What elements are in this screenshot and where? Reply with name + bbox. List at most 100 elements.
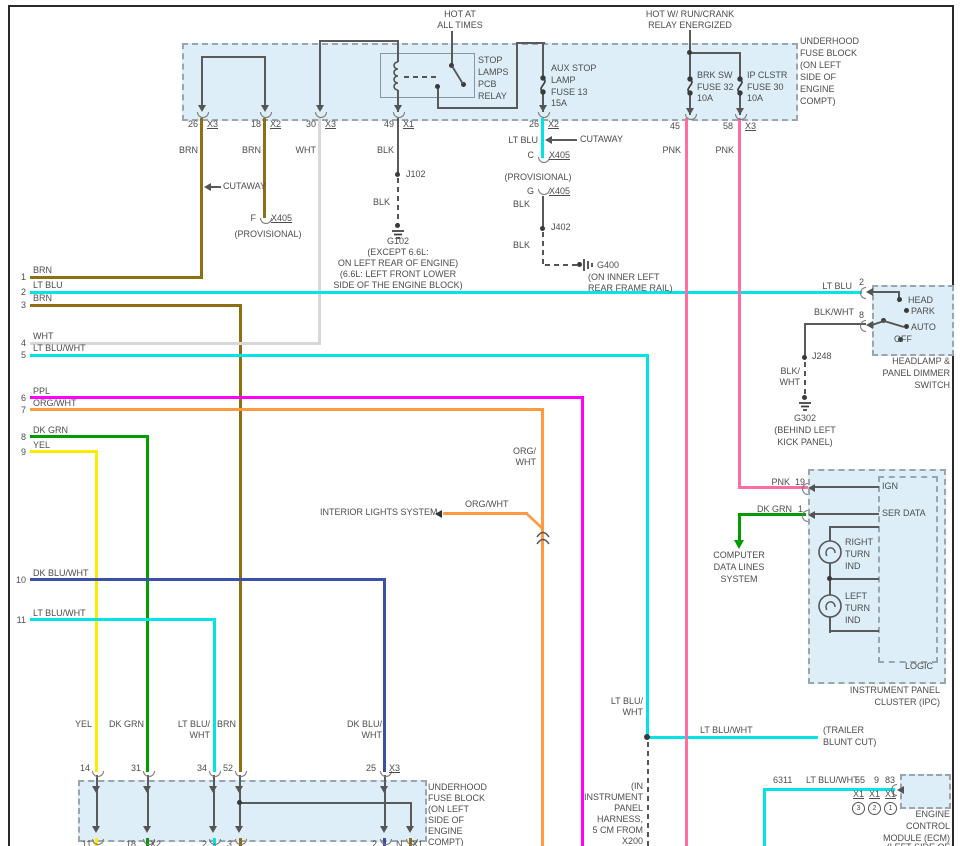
switch-pos-head: HEAD — [908, 295, 933, 306]
ign-line — [811, 486, 879, 488]
wire-color-label: LT BLU/WHT — [33, 608, 86, 619]
wire-pnk-58 — [738, 118, 741, 489]
wire-ppl-6 — [30, 396, 584, 399]
computer-data-arrow-icon — [734, 540, 744, 549]
ecm-name: (LEFT SIDE OF — [860, 842, 950, 846]
lamp-h3 — [829, 630, 879, 632]
pin-number: 26 — [180, 119, 198, 130]
wire-number: 10 — [10, 575, 26, 586]
wire-number: 4 — [10, 338, 26, 349]
ecm-name: CONTROL — [890, 821, 950, 832]
wire-color-label: PNK — [766, 477, 790, 488]
headlamp-switch-name: PANEL DIMMER — [868, 368, 950, 379]
coil-v-top — [397, 40, 399, 62]
harness-note: INSTRUMENT — [583, 792, 643, 803]
pin30-h — [319, 40, 399, 42]
junction — [237, 800, 242, 805]
arrow-icon — [209, 826, 217, 833]
harness-note: 5 CM FROM — [583, 825, 643, 836]
pin-number: 8 — [859, 310, 864, 321]
splice-j102 — [395, 172, 400, 177]
arrow-icon — [261, 105, 269, 112]
harness-note: HARNESS, — [583, 814, 643, 825]
connector-pin: F — [246, 213, 256, 224]
splice-j248 — [802, 355, 807, 360]
wire-brn-1 — [30, 276, 203, 279]
blk-wht-label: BLK/ — [772, 366, 800, 377]
ecm-box — [900, 774, 951, 809]
wire-brn-pin26 — [200, 118, 203, 278]
connector-icon — [860, 287, 866, 299]
pin-number: 58 — [715, 121, 733, 132]
wire-number: 11 — [10, 615, 26, 626]
arrow-icon — [92, 826, 100, 833]
lamp-h1 — [829, 526, 879, 528]
wire-color-label: ORG/ — [500, 446, 536, 457]
wire-org-7-v — [541, 408, 544, 846]
arrow-icon — [394, 105, 402, 112]
harness-note: (IN — [583, 781, 643, 792]
wire-color-label: BLK/WHT — [810, 307, 854, 318]
wire-wht-pin30 — [318, 118, 321, 344]
wire-number: 5 — [10, 350, 26, 361]
bb-branch-h — [239, 802, 411, 804]
ground-loc: (EXCEPT 6.6L: — [328, 247, 468, 258]
wire-pnk-45 — [685, 118, 688, 846]
wire-trailer — [648, 736, 818, 739]
pin-conn: X2 — [270, 119, 281, 130]
pin-conn: X1 — [412, 839, 423, 846]
cutaway-line — [551, 139, 577, 141]
bottom-block-name: ENGINE — [428, 826, 463, 837]
relay-coil-link — [404, 76, 437, 78]
j102-v — [397, 118, 399, 175]
wire-color-label: PNK — [655, 145, 681, 156]
headlamp-switch-name: HEADLAMP & — [868, 356, 950, 367]
junction — [644, 734, 650, 740]
wire-color-label: PNK — [708, 145, 734, 156]
bottom-block-name: COMPT) — [428, 837, 464, 846]
ipc-logic-label: LOGIC — [893, 661, 933, 672]
arrow-icon — [143, 826, 151, 833]
arrow-icon — [235, 786, 243, 793]
splice-label: J102 — [406, 169, 426, 180]
wire-color-label: BLK — [368, 145, 394, 156]
pin-number: 9 — [874, 775, 879, 786]
left-turn-label: TURN — [845, 603, 870, 614]
pin-number: 19 — [795, 477, 805, 488]
fuse-branch-h — [689, 52, 741, 54]
blkwht-h — [804, 323, 866, 325]
ground-loc: SIDE OF THE ENGINE BLOCK) — [328, 280, 468, 291]
pin-conn: X3 — [207, 119, 218, 130]
wire-number: 8 — [10, 432, 26, 443]
junction — [687, 50, 692, 55]
relay-contact — [449, 63, 454, 68]
arrow-icon — [866, 321, 873, 329]
pin-number: 52 — [215, 763, 233, 774]
ipc-name: INSTRUMENT PANEL — [830, 685, 940, 696]
wire-color-label: WHT — [605, 707, 643, 718]
blk-label: BLK — [506, 199, 530, 210]
pin-number: 55 — [855, 775, 865, 786]
ipc-logic-box — [878, 476, 938, 663]
wire-grn-8-v — [146, 435, 149, 772]
connector-name: X405 — [549, 150, 570, 161]
wire-color-label: WHT — [33, 331, 54, 342]
blkwht-v — [804, 323, 806, 359]
aux-v-top — [542, 42, 544, 78]
conn-index: 2 — [868, 802, 881, 815]
wire-color-label: YEL — [62, 719, 92, 730]
arrow-icon — [143, 786, 151, 793]
brk-v-top — [689, 52, 691, 79]
switch-contact-park — [904, 308, 909, 313]
j248-g302-dash — [804, 362, 806, 398]
wire-color-label: LT BLU — [816, 281, 852, 292]
top-block-name: UNDERHOOD — [800, 36, 859, 47]
relay-label: LAMPS — [478, 67, 509, 78]
hot-run-label: RELAY ENERGIZED — [640, 20, 740, 31]
hs-p2-h — [869, 291, 900, 293]
pin-number: 30 — [298, 119, 316, 130]
arrow-icon — [235, 826, 243, 833]
relay-contact — [435, 84, 440, 89]
wire-color-label: DK BLU/WHT — [33, 568, 89, 579]
blk-wht-label: WHT — [772, 377, 800, 388]
